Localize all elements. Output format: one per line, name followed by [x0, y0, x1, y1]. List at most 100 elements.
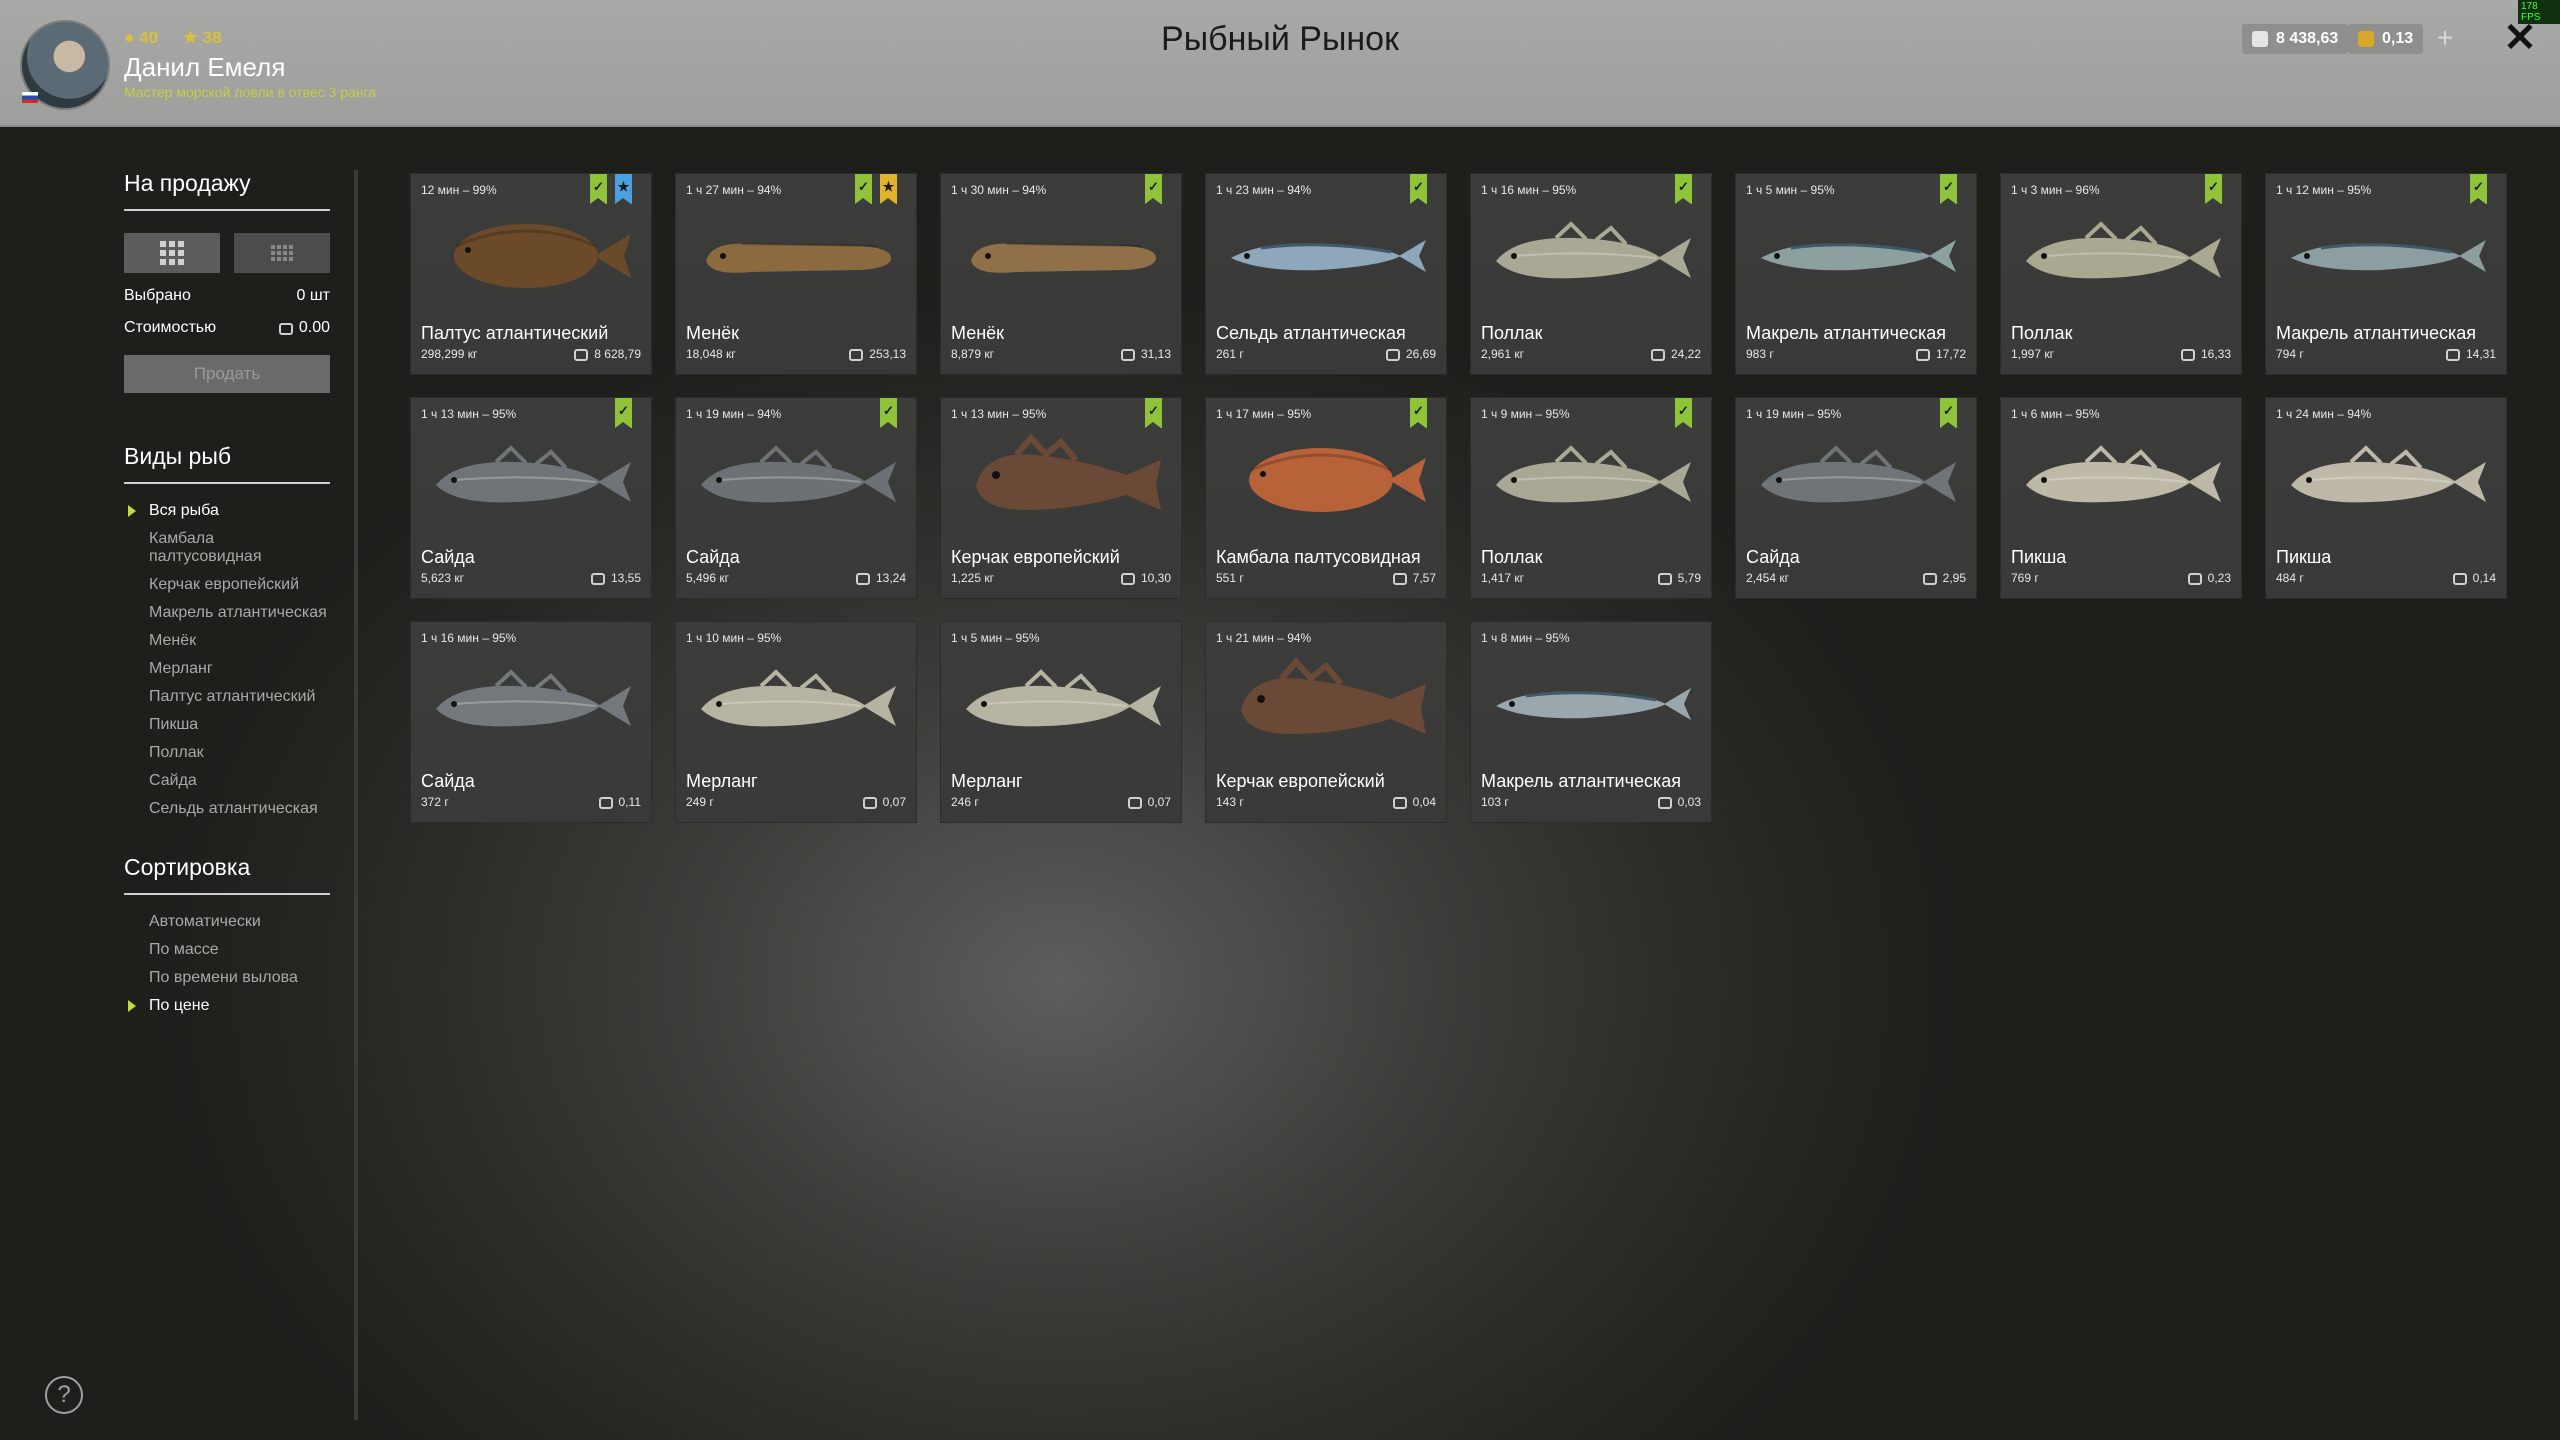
sell-button[interactable]: Продать	[124, 355, 330, 393]
species-filter-item[interactable]: Макрель атлантическая	[124, 604, 330, 622]
selected-row: Выбрано 0 шт	[124, 287, 330, 305]
fish-name: Макрель атлантическая	[1481, 771, 1682, 791]
checkmark-badge-icon: ✓	[590, 174, 607, 204]
fish-weight: 484 г	[2276, 571, 2304, 585]
fish-weight: 769 г	[2011, 571, 2039, 585]
coin-icon	[1120, 349, 1135, 361]
coin-icon	[1392, 797, 1407, 809]
species-filter-item[interactable]: Керчак европейский	[124, 576, 330, 594]
catch-time-quality: 1 ч 13 мин – 95%	[951, 407, 1047, 421]
fish-price: 0,03	[1657, 795, 1701, 809]
fish-image	[971, 243, 1156, 273]
fish-card[interactable]: 1 ч 6 мин – 95% Пикша 769 г 0,23	[2000, 397, 2242, 599]
fish-price: 16,33	[2180, 347, 2231, 361]
fish-card[interactable]: 1 ч 12 мин – 95% ✓ Макрель атлантическая 7…	[2265, 173, 2507, 375]
fish-card[interactable]: 1 ч 13 мин – 95% ✓ Сайда 5,623 кг 13,55	[410, 397, 652, 599]
species-filter-item[interactable]: Поллак	[124, 744, 330, 762]
fish-image	[454, 224, 631, 288]
species-filter-item[interactable]: Пикша	[124, 716, 330, 734]
sort-option-item[interactable]: По цене	[124, 997, 330, 1015]
fish-card[interactable]: 1 ч 27 мин – 94% ✓ ★ Менёк 18,048 кг 253,13	[675, 173, 917, 375]
fish-image	[1761, 445, 1956, 503]
coin-icon	[2445, 349, 2460, 361]
fish-card[interactable]: 12 мин – 99% ✓ ★ Палтус атлантический 298,2…	[410, 173, 652, 375]
sort-title: Сортировка	[124, 854, 330, 895]
species-filter-item[interactable]: Сельдь атлантическая	[124, 800, 330, 818]
fish-card[interactable]: 1 ч 10 мин – 95% Мерланг 249 г 0,07	[675, 621, 917, 823]
catch-time-quality: 1 ч 30 мин – 94%	[951, 183, 1047, 197]
fish-price: 253,13	[849, 347, 906, 361]
fish-card[interactable]: 1 ч 19 мин – 95% ✓ Сайда 2,454 кг 2,95	[1735, 397, 1977, 599]
checkmark-badge-icon: ✓	[1145, 174, 1162, 204]
checkmark-badge-icon: ✓	[1145, 398, 1162, 428]
fish-price-value: 13,24	[875, 571, 906, 585]
fish-price: 2,95	[1922, 571, 1966, 585]
fish-image	[966, 669, 1161, 727]
sort-option-item[interactable]: Автоматически	[124, 913, 330, 931]
species-filter-label: Камбала палтусовидная	[149, 530, 262, 565]
fish-name: Камбала палтусовидная	[1216, 547, 1421, 567]
fish-name: Поллак	[1481, 547, 1543, 567]
fish-image	[706, 243, 891, 273]
catch-time-quality: 1 ч 3 мин – 96%	[2011, 183, 2100, 197]
fish-card[interactable]: 1 ч 19 мин – 94% ✓ Сайда 5,496 кг 13,24	[675, 397, 917, 599]
fish-card[interactable]: 1 ч 13 мин – 95% ✓ Керчак европейский 1,22…	[940, 397, 1182, 599]
species-filter-item[interactable]: Камбала палтусовидная	[124, 530, 330, 566]
add-currency-button[interactable]: +	[2430, 24, 2460, 54]
sort-option-item[interactable]: По массе	[124, 941, 330, 959]
large-grid-view-button[interactable]	[124, 233, 220, 273]
fish-card[interactable]: 1 ч 16 мин – 95% Сайда 372 г 0,11	[410, 621, 652, 823]
small-grid-view-button[interactable]	[234, 233, 330, 273]
species-filter-item[interactable]: Сайда	[124, 772, 330, 790]
fish-card[interactable]: 1 ч 5 мин – 95% Мерланг 246 г 0,07	[940, 621, 1182, 823]
fish-price: 0,14	[2452, 571, 2496, 585]
fish-card[interactable]: 1 ч 8 мин – 95% Макрель атлантическая 103…	[1470, 621, 1712, 823]
fish-card[interactable]: 1 ч 17 мин – 95% ✓ Камбала палтусовидная 5…	[1205, 397, 1447, 599]
fish-card[interactable]: 1 ч 21 мин – 94% Керчак европейский 143 г…	[1205, 621, 1447, 823]
fish-name: Мерланг	[686, 771, 758, 791]
flag-icon	[22, 92, 38, 103]
coin-icon	[278, 323, 293, 335]
species-filter-item[interactable]: Менёк	[124, 632, 330, 650]
fish-name: Сайда	[1746, 547, 1800, 567]
fish-weight: 249 г	[686, 795, 714, 809]
close-icon[interactable]: ✕	[2500, 18, 2540, 58]
fish-card[interactable]: 1 ч 3 мин – 96% ✓ Поллак 1,997 кг 16,33	[2000, 173, 2242, 375]
fish-image	[1496, 688, 1691, 720]
fish-card[interactable]: 1 ч 16 мин – 95% ✓ Поллак 2,961 кг 24,22	[1470, 173, 1712, 375]
checkmark-badge-icon: ✓	[1675, 398, 1692, 428]
fish-card[interactable]: 1 ч 5 мин – 95% ✓ Макрель атлантическая 98…	[1735, 173, 1977, 375]
catch-time-quality: 1 ч 27 мин – 94%	[686, 183, 782, 197]
fish-price-value: 0,07	[1147, 795, 1171, 809]
fish-card[interactable]: 1 ч 30 мин – 94% ✓ Менёк 8,879 кг 31,13	[940, 173, 1182, 375]
fish-name: Керчак европейский	[951, 547, 1120, 567]
species-filter-item[interactable]: Вся рыба	[124, 502, 330, 520]
cost-value: 0.00	[298, 319, 330, 336]
coin-icon	[574, 349, 589, 361]
sort-option-item[interactable]: По времени вылова	[124, 969, 330, 987]
fish-price: 31,13	[1120, 347, 1171, 361]
fish-card[interactable]: 1 ч 9 мин – 95% ✓ Поллак 1,417 кг 5,79	[1470, 397, 1712, 599]
fish-price: 26,69	[1385, 347, 1436, 361]
gold-coin-icon	[2358, 31, 2374, 47]
species-filter-item[interactable]: Палтус атлантический	[124, 688, 330, 706]
silver-balance: 8 438,63	[2242, 24, 2349, 54]
fish-name: Керчак европейский	[1216, 771, 1385, 791]
fish-card[interactable]: 1 ч 23 мин – 94% ✓ Сельдь атлантическая 26…	[1205, 173, 1447, 375]
fish-image	[1496, 221, 1691, 279]
fish-name: Палтус атлантический	[421, 323, 609, 343]
fish-price-value: 0,03	[1677, 795, 1701, 809]
fish-card[interactable]: 1 ч 24 мин – 94% Пикша 484 г 0,14	[2265, 397, 2507, 599]
coin-icon	[862, 797, 877, 809]
fish-weight: 5,496 кг	[686, 571, 729, 585]
fish-price-value: 16,33	[2200, 347, 2231, 361]
coin-icon	[1127, 797, 1142, 809]
fish-weight: 18,048 кг	[686, 347, 736, 361]
help-icon[interactable]: ?	[45, 1376, 83, 1414]
species-filter-item[interactable]: Мерланг	[124, 660, 330, 678]
fish-name: Сельдь атлантическая	[1216, 323, 1406, 343]
fish-name: Менёк	[686, 323, 740, 343]
fish-name: Поллак	[2011, 323, 2073, 343]
fish-name: Сайда	[686, 547, 740, 567]
fish-weight: 1,417 кг	[1481, 571, 1524, 585]
